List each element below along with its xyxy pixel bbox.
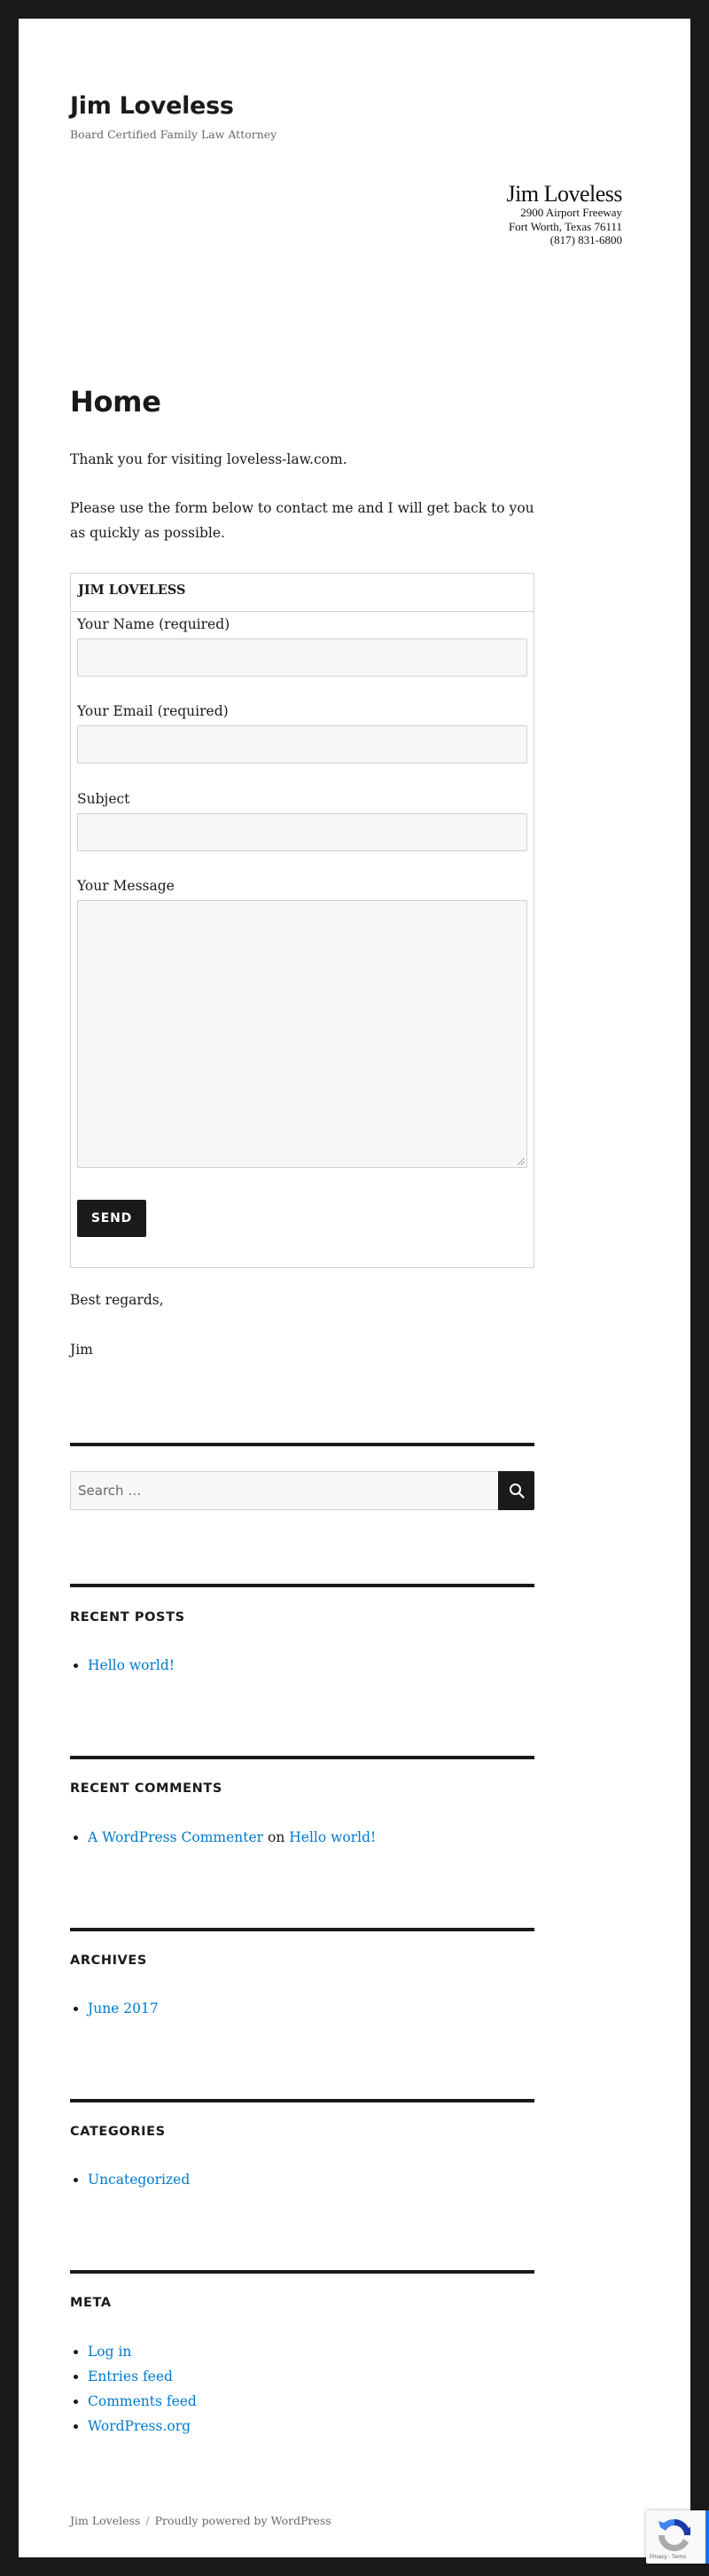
name-field[interactable] — [77, 638, 527, 677]
recaptcha-logo-icon — [658, 2518, 690, 2551]
meta-comments-feed-link[interactable]: Comments feed — [88, 2393, 197, 2409]
comment-connector: on — [268, 1829, 285, 1845]
search-button[interactable] — [498, 1471, 534, 1510]
header-image-address-1: 2900 Airport Freeway — [520, 206, 622, 219]
instructions-paragraph: Please use the form below to contact me … — [70, 500, 534, 541]
resize-handle-icon[interactable] — [518, 1158, 525, 1165]
closing-signature: Jim — [70, 1342, 93, 1358]
list-item: WordPress.org — [70, 2414, 197, 2439]
archives-divider — [70, 1928, 534, 1931]
comment-post-link[interactable]: Hello world! — [289, 1829, 376, 1845]
recaptcha-badge[interactable]: Privacy - Terms — [646, 2510, 709, 2564]
message-field[interactable] — [77, 900, 527, 1168]
list-item: Log in — [70, 2339, 197, 2364]
meta-list: Log in Entries feed Comments feed WordPr… — [70, 2339, 197, 2439]
send-button[interactable]: SEND — [77, 1200, 146, 1237]
recaptcha-links[interactable]: Privacy - Terms — [650, 2555, 686, 2560]
categories-title: Categories — [70, 2125, 166, 2139]
page-title: Home — [70, 385, 161, 419]
list-item: A WordPress Commenter on Hello world! — [70, 1825, 376, 1850]
message-label: Your Message — [77, 878, 175, 894]
header-image-name: Jim Loveless — [506, 181, 623, 207]
category-link[interactable]: Uncategorized — [88, 2172, 190, 2188]
archive-link[interactable]: June 2017 — [88, 2001, 159, 2016]
categories-divider — [70, 2099, 534, 2102]
footer-powered-by-link[interactable]: Proudly powered by WordPress — [155, 2514, 331, 2527]
contact-form-heading: JIM LOVELESS — [71, 574, 534, 612]
header-image: Jim Loveless 2900 Airport Freeway Fort W… — [425, 181, 623, 247]
header-image-phone: (817) 831-6800 — [549, 233, 622, 247]
search-icon — [509, 1484, 525, 1499]
header-image-address-2: Fort Worth, Texas 76111 — [508, 219, 622, 233]
site-tagline: Board Certified Family Law Attorney — [70, 128, 277, 141]
intro-paragraph: Thank you for visiting loveless-law.com. — [70, 451, 347, 467]
footer-site-link[interactable]: Jim Loveless — [70, 2514, 140, 2527]
comment-author-link[interactable]: A WordPress Commenter — [88, 1829, 263, 1845]
meta-entries-feed-link[interactable]: Entries feed — [88, 2369, 173, 2384]
closing-regards: Best regards, — [70, 1292, 164, 1308]
search-input[interactable]: Search … — [70, 1471, 499, 1510]
email-label: Your Email (required) — [77, 703, 229, 719]
recaptcha-edge — [705, 2510, 709, 2564]
recent-comments-title: Recent Comments — [70, 1781, 222, 1796]
name-label: Your Name (required) — [77, 616, 230, 632]
contact-form: JIM LOVELESS Your Name (required) Your E… — [70, 573, 534, 1268]
recent-comments-list: A WordPress Commenter on Hello world! — [70, 1825, 376, 1850]
list-item: Uncategorized — [70, 2167, 190, 2192]
recent-posts-divider — [70, 1584, 534, 1587]
site-footer: Jim Loveless / Proudly powered by WordPres… — [70, 2514, 331, 2527]
subject-field[interactable] — [77, 813, 527, 851]
search-widget-divider — [70, 1443, 534, 1446]
meta-wordpress-org-link[interactable]: WordPress.org — [88, 2418, 191, 2434]
meta-divider — [70, 2270, 534, 2274]
list-item: Hello world! — [70, 1653, 175, 1678]
archives-title: Archives — [70, 1954, 147, 1968]
recent-posts-list: Hello world! — [70, 1653, 175, 1678]
archives-list: June 2017 — [70, 1996, 159, 2021]
recent-comments-divider — [70, 1756, 534, 1759]
email-field[interactable] — [77, 725, 527, 763]
list-item: June 2017 — [70, 1996, 159, 2021]
recent-post-link[interactable]: Hello world! — [88, 1657, 175, 1673]
meta-login-link[interactable]: Log in — [88, 2344, 131, 2360]
subject-label: Subject — [77, 791, 130, 807]
categories-list: Uncategorized — [70, 2167, 190, 2192]
list-item: Comments feed — [70, 2389, 197, 2414]
recent-posts-title: Recent Posts — [70, 1610, 185, 1625]
footer-separator: / — [145, 2514, 150, 2527]
list-item: Entries feed — [70, 2364, 197, 2389]
site-title-link[interactable]: Jim Loveless — [70, 92, 234, 120]
meta-title: Meta — [70, 2296, 112, 2310]
